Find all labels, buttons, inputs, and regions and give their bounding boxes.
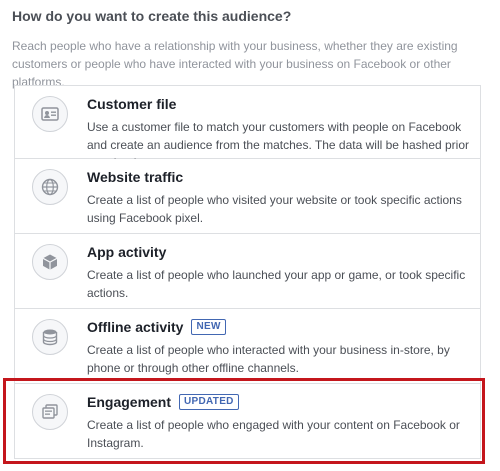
option-title: App activity — [87, 244, 167, 260]
option-title: Offline activity NEW — [87, 319, 226, 335]
option-offline-activity[interactable]: Offline activity NEW Create a list of peo… — [14, 309, 481, 384]
globe-icon — [32, 169, 68, 205]
customer-file-icon — [32, 96, 68, 132]
cube-icon — [32, 244, 68, 280]
option-description: Create a list of people who interacted w… — [87, 343, 450, 375]
option-description: Create a list of people who visited your… — [87, 193, 462, 225]
option-engagement[interactable]: Engagement UPDATED Create a list of peopl… — [14, 384, 481, 459]
option-description: Create a list of people who engaged with… — [87, 418, 460, 450]
option-description: Create a list of people who launched you… — [87, 268, 466, 300]
option-title: Website traffic — [87, 169, 184, 185]
updated-badge: UPDATED — [179, 394, 239, 410]
database-icon — [32, 319, 68, 355]
option-title: Engagement UPDATED — [87, 394, 239, 410]
option-app-activity[interactable]: App activity Create a list of people who… — [14, 234, 481, 309]
option-customer-file[interactable]: Customer file Use a customer file to mat… — [14, 85, 481, 170]
page-title: How do you want to create this audience? — [12, 8, 292, 24]
intro-text: Reach people who have a relationship wit… — [12, 39, 458, 89]
option-website-traffic[interactable]: Website traffic Create a list of people … — [14, 159, 481, 234]
engagement-icon — [32, 394, 68, 430]
option-title: Customer file — [87, 96, 177, 112]
new-badge: NEW — [191, 319, 226, 335]
